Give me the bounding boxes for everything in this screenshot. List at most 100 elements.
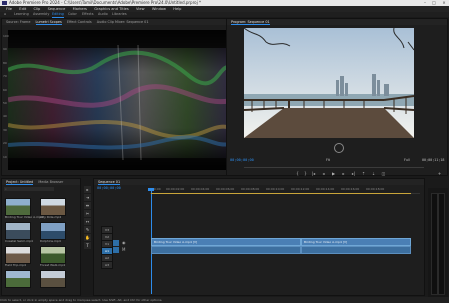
project-item-thumbnail[interactable] [5,246,31,264]
ruler-label: 00;00;16;00 [341,187,360,191]
project-item-name: City Ride.mp4 [40,215,62,219]
project-item-thumbnail[interactable] [40,198,66,216]
selection-tool-icon[interactable]: ▸ [84,186,91,193]
program-video-frame [244,28,414,138]
project-item-thumbnail[interactable] [5,198,31,216]
ruler-label: 00;00;18;00 [366,187,385,191]
program-duration: 00;00;11;18 [422,158,445,162]
work-area-bar[interactable] [151,193,411,194]
menu-clip[interactable]: Clip [34,7,41,11]
frame-forward-icon[interactable]: ▸ [341,171,346,176]
video-clip-2[interactable]: Birding Tour Video A.mp4 [V] [301,238,411,246]
add-button-icon[interactable]: + [437,171,442,176]
ruler-label: 00;00;04;00 [191,187,210,191]
playhead-jog-icon[interactable] [334,143,344,153]
program-scrubber[interactable] [244,167,424,168]
ruler-label: 00;00;06;00 [216,187,235,191]
track-header-a3[interactable]: A3 [101,261,113,269]
project-tabs: Project: Untitled Media Browser [2,179,80,185]
tab-effect-controls[interactable]: Effect Controls [67,20,92,24]
audio-meters [428,188,448,298]
tab-project[interactable]: Project: Untitled [6,180,34,185]
ripple-edit-tool-icon[interactable]: ⇹ [84,202,91,209]
tab-program[interactable]: Program: Sequence 01 [231,20,270,25]
project-item-thumbnail[interactable] [40,246,66,264]
project-search-input[interactable] [4,187,54,191]
eye-icon[interactable]: ◉ [122,240,126,245]
scale-label: 40 [3,114,7,119]
tab-lumetri-scopes[interactable]: Lumetri Scopes [35,20,62,25]
tab-audio-clip-mixer[interactable]: Audio Clip Mixer: Sequence 01 [97,20,149,24]
workspace-color[interactable]: Color [68,12,77,17]
track-select-tool-icon[interactable]: ⇥ [84,194,91,201]
premiere-logo-icon [2,1,7,5]
mute-icon[interactable]: M [122,247,125,252]
workspace-learning[interactable]: Learning [14,12,29,17]
waveform-scale-left: 100 90 80 70 60 50 40 30 20 10 [3,30,9,164]
scale-label: 10 [3,154,7,159]
mark-out-icon[interactable]: } [303,171,308,176]
mark-in-icon[interactable]: { [295,171,300,176]
menu-help[interactable]: Help [173,7,181,11]
project-item-thumbnail[interactable] [5,222,31,240]
workspace-effects[interactable]: Effects [82,12,94,17]
ruler-label: 00;00;10;00 [266,187,285,191]
step-back-icon[interactable]: |◂ [311,171,316,176]
workspace-libraries[interactable]: Libraries [112,12,127,17]
ruler-label: 00;00;14;00 [316,187,335,191]
scale-label: 90 [3,47,7,52]
scale-label: 70 [3,74,7,79]
project-item-name: Birding Tour Video A.mp4 [5,215,43,219]
type-tool-icon[interactable]: T [84,242,91,249]
project-item-name: Field Trip.mp4 [5,263,26,267]
a1-target-toggle[interactable] [113,247,119,253]
frame-back-icon[interactable]: ◂ [321,171,326,176]
tab-sequence-01[interactable]: Sequence 01 [98,180,121,185]
home-icon[interactable]: ⌂ [4,12,6,17]
waveform-scope-graph [8,30,232,170]
playhead-handle-icon[interactable] [148,188,154,191]
lift-icon[interactable]: ⇡ [361,171,366,176]
pen-tool-icon[interactable]: ✎ [84,226,91,233]
step-forward-icon[interactable]: ▸| [351,171,356,176]
razor-tool-icon[interactable]: ✂ [84,210,91,217]
menu-sequence[interactable]: Sequence [48,7,66,11]
tab-media-browser[interactable]: Media Browser [38,180,63,184]
program-quality-dropdown[interactable]: Full [404,158,410,162]
video-clip-1[interactable]: Birding Tour Video A.mp4 [V] [151,238,301,246]
audio-clip-2[interactable] [301,246,411,254]
timeline-timecode[interactable]: 00;00;00;00 [97,186,121,190]
audio-clip-1[interactable] [151,246,301,254]
project-item-name: Coastal Swim.mp4 [5,239,33,243]
tab-source[interactable]: Source: Frame [6,20,30,24]
project-item-name: Forest Walk.mp4 [40,263,66,267]
clip-label: Birding Tour Video A.mp4 [V] [154,240,198,244]
v1-target-toggle[interactable] [113,240,119,246]
menu-view[interactable]: View [136,7,145,11]
hand-tool-icon[interactable]: ✋ [84,234,91,241]
program-fit-dropdown[interactable]: Fit [326,158,330,162]
slip-tool-icon[interactable]: ↔ [84,218,91,225]
scale-label: 80 [3,60,7,65]
menu-markers[interactable]: Markers [73,7,87,11]
menu-edit[interactable]: Edit [19,7,26,11]
ruler-label: 00;00;02;00 [166,187,185,191]
project-item-name: Dolphins.mp4 [40,239,61,243]
project-item-thumbnail[interactable] [5,270,31,288]
meter-left [431,193,438,295]
search-icon: ⌕ [5,187,7,191]
program-timecode[interactable]: 00;00;00;00 [230,158,254,162]
workspace-audio[interactable]: Audio [98,12,108,17]
export-frame-icon[interactable]: ◫ [381,171,386,176]
scale-label: 100 [3,34,9,38]
play-icon[interactable]: ▶ [331,171,336,176]
extract-icon[interactable]: ⇣ [371,171,376,176]
menu-graphics[interactable]: Graphics and Titles [94,7,129,11]
clip-label: Birding Tour Video A.mp4 [V] [304,240,348,244]
menu-file[interactable]: File [6,7,12,11]
menu-window[interactable]: Window [152,7,166,11]
status-bar: Click to select, or click in empty space… [0,297,449,303]
workspace-assembly[interactable]: Assembly [33,12,49,17]
project-item-thumbnail[interactable] [40,222,66,240]
project-item-thumbnail[interactable] [40,270,66,288]
